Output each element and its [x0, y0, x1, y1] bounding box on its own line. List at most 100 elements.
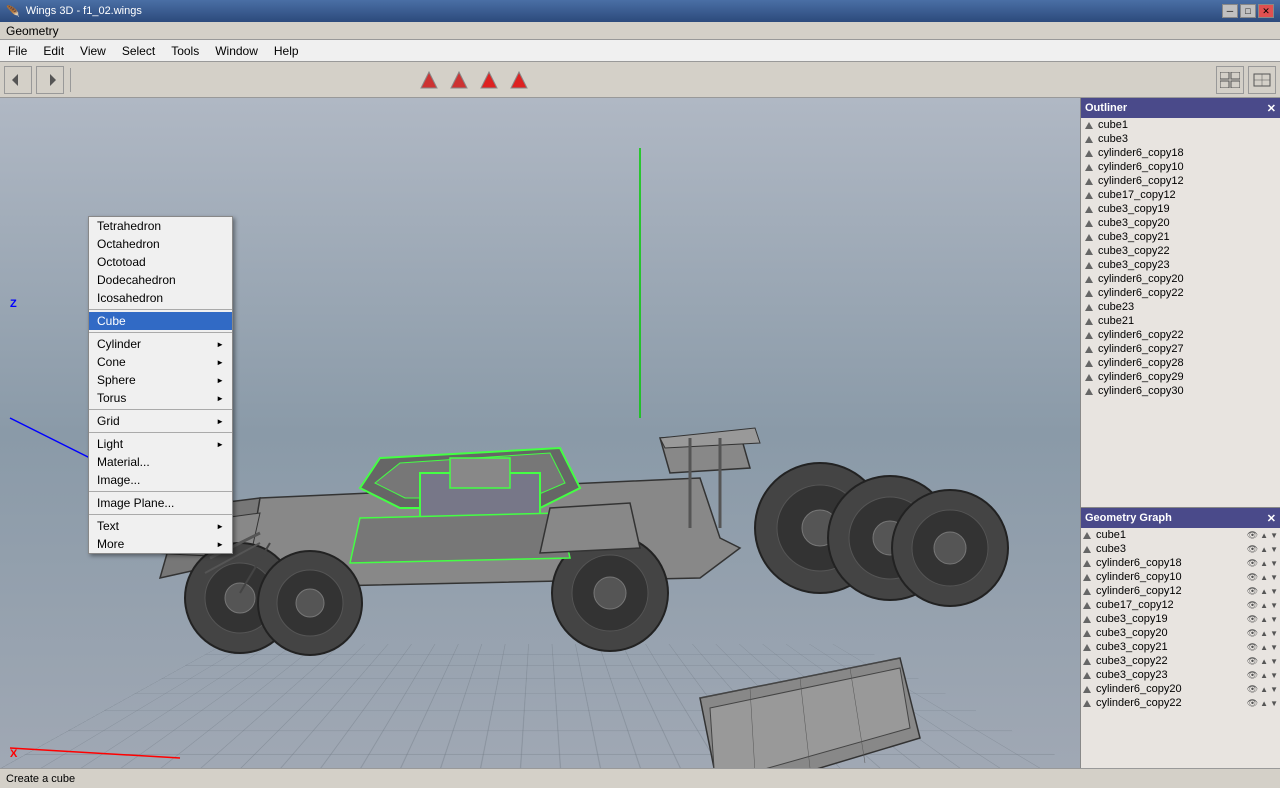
geom-down-arrow[interactable]: ▼ [1270, 685, 1278, 694]
geom-up-arrow[interactable]: ▲ [1260, 601, 1268, 610]
geom-eye-icon[interactable]: 👁 [1247, 628, 1258, 639]
geom-down-arrow[interactable]: ▼ [1270, 699, 1278, 708]
ctx-octotoad[interactable]: Octotoad [89, 253, 232, 271]
outliner-item[interactable]: cylinder6_copy12 [1081, 174, 1280, 188]
geometry-graph-item[interactable]: cube17_copy12 👁 ▲ ▼ [1081, 598, 1280, 612]
outliner-item[interactable]: cube3_copy22 [1081, 244, 1280, 258]
outliner-item[interactable]: cylinder6_copy22 [1081, 328, 1280, 342]
outliner-item[interactable]: cube23 [1081, 300, 1280, 314]
ctx-sphere[interactable]: Sphere ► [89, 371, 232, 389]
outliner-item[interactable]: cylinder6_copy18 [1081, 146, 1280, 160]
ctx-cube[interactable]: Cube [89, 312, 232, 330]
nav-triangle-3[interactable] [477, 68, 501, 92]
outliner-item[interactable]: cube3_copy19 [1081, 202, 1280, 216]
ctx-torus[interactable]: Torus ► [89, 389, 232, 407]
title-bar-controls[interactable]: ─ □ ✕ [1222, 4, 1274, 18]
redo-button[interactable] [36, 66, 64, 94]
geom-down-arrow[interactable]: ▼ [1270, 573, 1278, 582]
outliner-item[interactable]: cube1 [1081, 118, 1280, 132]
view-mode-btn-1[interactable] [1216, 66, 1244, 94]
outliner-item[interactable]: cube3 [1081, 132, 1280, 146]
ctx-octahedron[interactable]: Octahedron [89, 235, 232, 253]
menu-tools[interactable]: Tools [163, 40, 207, 61]
ctx-more[interactable]: More ► [89, 535, 232, 553]
menu-select[interactable]: Select [114, 40, 163, 61]
geometry-graph-close[interactable]: ✕ [1267, 512, 1276, 525]
nav-triangle-2[interactable] [447, 68, 471, 92]
geom-eye-icon[interactable]: 👁 [1247, 642, 1258, 653]
menu-view[interactable]: View [72, 40, 114, 61]
ctx-tetrahedron[interactable]: Tetrahedron [89, 217, 232, 235]
geom-down-arrow[interactable]: ▼ [1270, 643, 1278, 652]
geometry-graph-item[interactable]: cylinder6_copy20 👁 ▲ ▼ [1081, 682, 1280, 696]
minimize-button[interactable]: ─ [1222, 4, 1238, 18]
geometry-graph-list[interactable]: cube1 👁 ▲ ▼ cube3 👁 ▲ ▼ cylinder6_copy18 [1081, 528, 1280, 768]
geom-eye-icon[interactable]: 👁 [1247, 698, 1258, 709]
menu-edit[interactable]: Edit [35, 40, 72, 61]
outliner-list[interactable]: cube1cube3cylinder6_copy18cylinder6_copy… [1081, 118, 1280, 507]
geom-down-arrow[interactable]: ▼ [1270, 587, 1278, 596]
geom-down-arrow[interactable]: ▼ [1270, 601, 1278, 610]
geom-eye-icon[interactable]: 👁 [1247, 572, 1258, 583]
menu-help[interactable]: Help [266, 40, 307, 61]
outliner-item[interactable]: cylinder6_copy30 [1081, 384, 1280, 398]
geom-up-arrow[interactable]: ▲ [1260, 685, 1268, 694]
geom-eye-icon[interactable]: 👁 [1247, 600, 1258, 611]
undo-button[interactable] [4, 66, 32, 94]
geom-down-arrow[interactable]: ▼ [1270, 671, 1278, 680]
outliner-item[interactable]: cylinder6_copy20 [1081, 272, 1280, 286]
geom-eye-icon[interactable]: 👁 [1247, 684, 1258, 695]
geometry-graph-item[interactable]: cylinder6_copy18 👁 ▲ ▼ [1081, 556, 1280, 570]
geometry-graph-item[interactable]: cylinder6_copy10 👁 ▲ ▼ [1081, 570, 1280, 584]
outliner-item[interactable]: cylinder6_copy28 [1081, 356, 1280, 370]
geometry-graph-item[interactable]: cylinder6_copy22 👁 ▲ ▼ [1081, 696, 1280, 710]
ctx-grid[interactable]: Grid ► [89, 412, 232, 430]
outliner-close[interactable]: ✕ [1267, 102, 1276, 115]
geom-eye-icon[interactable]: 👁 [1247, 530, 1258, 541]
outliner-item[interactable]: cylinder6_copy10 [1081, 160, 1280, 174]
maximize-button[interactable]: □ [1240, 4, 1256, 18]
close-button[interactable]: ✕ [1258, 4, 1274, 18]
ctx-text[interactable]: Text ► [89, 517, 232, 535]
geom-eye-icon[interactable]: 👁 [1247, 656, 1258, 667]
outliner-item[interactable]: cube3_copy23 [1081, 258, 1280, 272]
geom-up-arrow[interactable]: ▲ [1260, 545, 1268, 554]
outliner-item[interactable]: cube21 [1081, 314, 1280, 328]
geometry-graph-item[interactable]: cube3_copy22 👁 ▲ ▼ [1081, 654, 1280, 668]
geom-up-arrow[interactable]: ▲ [1260, 559, 1268, 568]
ctx-icosahedron[interactable]: Icosahedron [89, 289, 232, 307]
outliner-item[interactable]: cube3_copy21 [1081, 230, 1280, 244]
menu-file[interactable]: File [0, 40, 35, 61]
outliner-item[interactable]: cube17_copy12 [1081, 188, 1280, 202]
ctx-image[interactable]: Image... [89, 471, 232, 489]
outliner-item[interactable]: cylinder6_copy29 [1081, 370, 1280, 384]
geometry-graph-item[interactable]: cube3 👁 ▲ ▼ [1081, 542, 1280, 556]
geom-up-arrow[interactable]: ▲ [1260, 587, 1268, 596]
ctx-cone[interactable]: Cone ► [89, 353, 232, 371]
ctx-cylinder[interactable]: Cylinder ► [89, 335, 232, 353]
geometry-graph-item[interactable]: cube3_copy21 👁 ▲ ▼ [1081, 640, 1280, 654]
geom-up-arrow[interactable]: ▲ [1260, 615, 1268, 624]
geom-down-arrow[interactable]: ▼ [1270, 629, 1278, 638]
outliner-item[interactable]: cylinder6_copy22 [1081, 286, 1280, 300]
geom-down-arrow[interactable]: ▼ [1270, 531, 1278, 540]
geometry-graph-item[interactable]: cube3_copy23 👁 ▲ ▼ [1081, 668, 1280, 682]
geometry-graph-item[interactable]: cube1 👁 ▲ ▼ [1081, 528, 1280, 542]
geom-eye-icon[interactable]: 👁 [1247, 670, 1258, 681]
ctx-material[interactable]: Material... [89, 453, 232, 471]
geometry-graph-item[interactable]: cube3_copy20 👁 ▲ ▼ [1081, 626, 1280, 640]
outliner-item[interactable]: cube3_copy20 [1081, 216, 1280, 230]
nav-triangle-1[interactable] [417, 68, 441, 92]
geom-down-arrow[interactable]: ▼ [1270, 545, 1278, 554]
geom-down-arrow[interactable]: ▼ [1270, 657, 1278, 666]
outliner-item[interactable]: cylinder6_copy27 [1081, 342, 1280, 356]
geom-up-arrow[interactable]: ▲ [1260, 573, 1268, 582]
geom-up-arrow[interactable]: ▲ [1260, 531, 1268, 540]
geom-eye-icon[interactable]: 👁 [1247, 558, 1258, 569]
nav-triangle-4[interactable] [507, 68, 531, 92]
geom-down-arrow[interactable]: ▼ [1270, 559, 1278, 568]
ctx-image-plane[interactable]: Image Plane... [89, 494, 232, 512]
viewport-3d[interactable]: Z X [0, 98, 1080, 768]
ctx-dodecahedron[interactable]: Dodecahedron [89, 271, 232, 289]
geom-up-arrow[interactable]: ▲ [1260, 629, 1268, 638]
